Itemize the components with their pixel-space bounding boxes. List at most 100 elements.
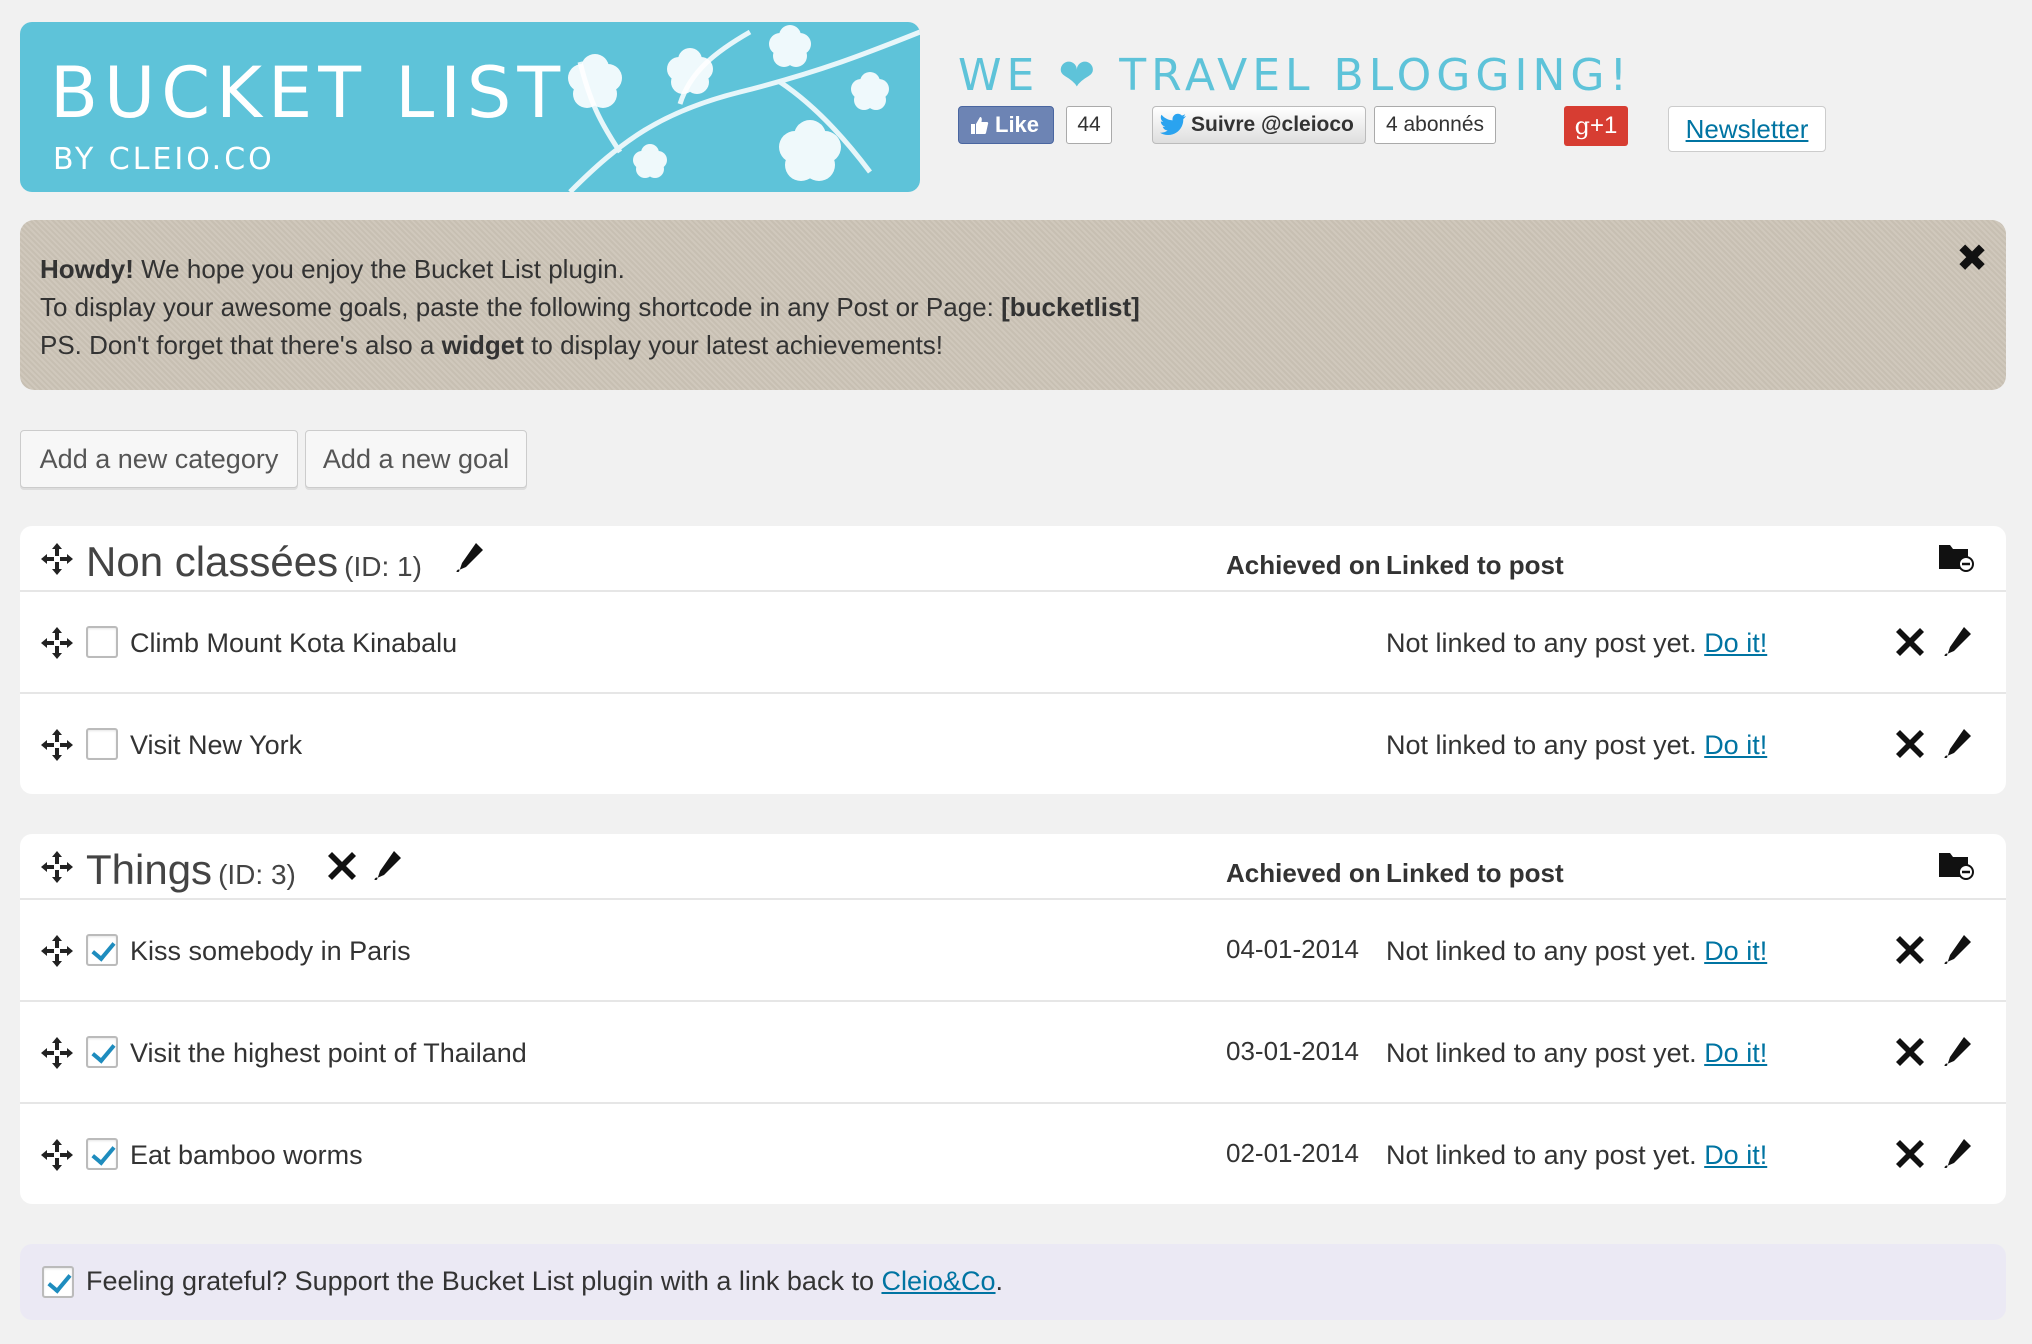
linked-status-text: Not linked to any post yet.	[1386, 1038, 1697, 1068]
notice-widget: widget	[441, 330, 524, 360]
category-id: (ID: 3)	[218, 859, 296, 890]
goal-linked-status: Not linked to any post yet. Do it!	[1386, 1140, 1767, 1171]
google-plus-button[interactable]: g +1	[1564, 106, 1628, 146]
goal-achieved-date: 04-01-2014	[1226, 934, 1359, 964]
goal-row: Climb Mount Kota Kinabalu Not linked to …	[20, 592, 2006, 694]
edit-goal-pencil-icon[interactable]	[1944, 728, 1972, 758]
support-footer: Feeling grateful? Support the Bucket Lis…	[20, 1244, 2006, 1320]
tagline: WE ❤ TRAVEL BLOGGING!	[958, 50, 1632, 101]
notice-line-1-text: We hope you enjoy the Bucket List plugin…	[133, 254, 625, 284]
category-title: Things (ID: 3)	[86, 846, 296, 894]
goal-checkbox[interactable]	[86, 1138, 118, 1170]
add-goal-button[interactable]: Add a new goal	[305, 430, 527, 488]
category-title: Non classées (ID: 1)	[86, 538, 422, 586]
edit-category-pencil-icon[interactable]	[374, 850, 402, 880]
linked-status-text: Not linked to any post yet.	[1386, 1140, 1697, 1170]
goal-linked-status: Not linked to any post yet. Do it!	[1386, 730, 1767, 761]
category-panel-things: Things (ID: 3) Achieved on Linked to post…	[20, 834, 2006, 1204]
category-id: (ID: 1)	[344, 551, 422, 582]
do-it-link[interactable]: Do it!	[1704, 1038, 1767, 1068]
archive-folder-icon[interactable]	[1938, 542, 1974, 572]
twitter-follow-label: Suivre @cleioco	[1191, 113, 1354, 136]
heart-icon: ❤	[1058, 50, 1101, 101]
delete-goal-icon[interactable]	[1896, 936, 1924, 964]
support-link-checkbox[interactable]	[42, 1266, 74, 1298]
tagline-before: WE	[958, 50, 1040, 101]
twitter-follower-count: 4 abonnés	[1374, 106, 1496, 144]
goal-linked-status: Not linked to any post yet. Do it!	[1386, 936, 1767, 967]
drag-handle-icon[interactable]	[40, 934, 74, 968]
notice-line-3-after: to display your latest achievements!	[523, 330, 944, 360]
goal-linked-status: Not linked to any post yet. Do it!	[1386, 628, 1767, 659]
goal-linked-status: Not linked to any post yet. Do it!	[1386, 1038, 1767, 1069]
goal-title: Eat bamboo worms	[130, 1140, 363, 1170]
linked-status-text: Not linked to any post yet.	[1386, 730, 1697, 760]
column-header-linked-to-post: Linked to post	[1386, 550, 1564, 580]
linked-status-text: Not linked to any post yet.	[1386, 628, 1697, 658]
support-suffix: .	[995, 1266, 1004, 1296]
cherry-blossom-illustration	[568, 25, 920, 192]
goal-checkbox[interactable]	[86, 1036, 118, 1068]
twitter-follow-button[interactable]: Suivre @cleioco	[1152, 106, 1366, 144]
linked-status-text: Not linked to any post yet.	[1386, 936, 1697, 966]
notice-line-2-text: To display your awesome goals, paste the…	[40, 292, 1002, 322]
goal-row: Eat bamboo worms 02-01-2014 Not linked t…	[20, 1104, 2006, 1206]
goal-row: Visit New York Not linked to any post ye…	[20, 694, 2006, 796]
support-text: Feeling grateful? Support the Bucket Lis…	[86, 1266, 1003, 1297]
goal-row: Visit the highest point of Thailand 03-0…	[20, 1002, 2006, 1104]
drag-handle-icon[interactable]	[40, 1036, 74, 1070]
banner-subtitle: BY CLEIO.CO	[53, 142, 275, 177]
goal-checkbox[interactable]	[86, 934, 118, 966]
goal-title: Kiss somebody in Paris	[130, 936, 411, 966]
column-header-achieved-on: Achieved on	[1226, 858, 1381, 888]
delete-goal-icon[interactable]	[1896, 1038, 1924, 1066]
goal-checkbox[interactable]	[86, 626, 118, 658]
delete-goal-icon[interactable]	[1896, 628, 1924, 656]
category-panel-non-classees: Non classées (ID: 1) Achieved on Linked t…	[20, 526, 2006, 794]
archive-folder-icon[interactable]	[1938, 850, 1974, 880]
newsletter-link[interactable]: Newsletter	[1668, 106, 1826, 152]
drag-handle-icon[interactable]	[40, 850, 74, 884]
twitter-bird-icon	[1159, 113, 1186, 135]
cleio-co-link[interactable]: Cleio&Co	[881, 1266, 995, 1296]
close-notice-icon[interactable]: ✖	[1956, 240, 1988, 278]
facebook-like-button[interactable]: Like	[958, 106, 1054, 144]
drag-handle-icon[interactable]	[40, 542, 74, 576]
drag-handle-icon[interactable]	[40, 728, 74, 762]
goal-achieved-date: 02-01-2014	[1226, 1138, 1359, 1168]
bucket-list-banner: BUCKET LIST BY CLEIO.CO	[20, 22, 920, 192]
category-header: Non classées (ID: 1) Achieved on Linked t…	[20, 526, 2006, 592]
tagline-after: TRAVEL BLOGGING!	[1119, 50, 1633, 101]
add-category-button[interactable]: Add a new category	[20, 430, 298, 488]
category-header: Things (ID: 3) Achieved on Linked to post	[20, 834, 2006, 900]
column-header-achieved-on: Achieved on	[1226, 550, 1381, 580]
notice-howdy: Howdy!	[40, 254, 134, 284]
edit-goal-pencil-icon[interactable]	[1944, 934, 1972, 964]
delete-goal-icon[interactable]	[1896, 1140, 1924, 1168]
goal-title: Visit the highest point of Thailand	[130, 1038, 527, 1068]
edit-goal-pencil-icon[interactable]	[1944, 626, 1972, 656]
google-plus-icon: g	[1574, 112, 1590, 140]
shortcode: [bucketlist]	[1001, 292, 1140, 322]
do-it-link[interactable]: Do it!	[1704, 1140, 1767, 1170]
do-it-link[interactable]: Do it!	[1704, 936, 1767, 966]
notice-line-2: To display your awesome goals, paste the…	[40, 288, 1986, 326]
edit-category-pencil-icon[interactable]	[456, 542, 484, 572]
banner-title: BUCKET LIST	[50, 52, 567, 134]
drag-handle-icon[interactable]	[40, 626, 74, 660]
goal-title: Climb Mount Kota Kinabalu	[130, 628, 458, 658]
drag-handle-icon[interactable]	[40, 1138, 74, 1172]
delete-category-icon[interactable]	[328, 852, 356, 880]
google-plus-label: +1	[1590, 112, 1618, 139]
edit-goal-pencil-icon[interactable]	[1944, 1036, 1972, 1066]
column-header-linked-to-post: Linked to post	[1386, 858, 1564, 888]
edit-goal-pencil-icon[interactable]	[1944, 1138, 1972, 1168]
do-it-link[interactable]: Do it!	[1704, 730, 1767, 760]
do-it-link[interactable]: Do it!	[1704, 628, 1767, 658]
goal-checkbox[interactable]	[86, 728, 118, 760]
delete-goal-icon[interactable]	[1896, 730, 1924, 758]
facebook-like-count: 44	[1066, 106, 1112, 144]
goal-achieved-date: 03-01-2014	[1226, 1036, 1359, 1066]
support-message: Feeling grateful? Support the Bucket Lis…	[86, 1266, 882, 1296]
goal-row: Kiss somebody in Paris 04-01-2014 Not li…	[20, 900, 2006, 1002]
